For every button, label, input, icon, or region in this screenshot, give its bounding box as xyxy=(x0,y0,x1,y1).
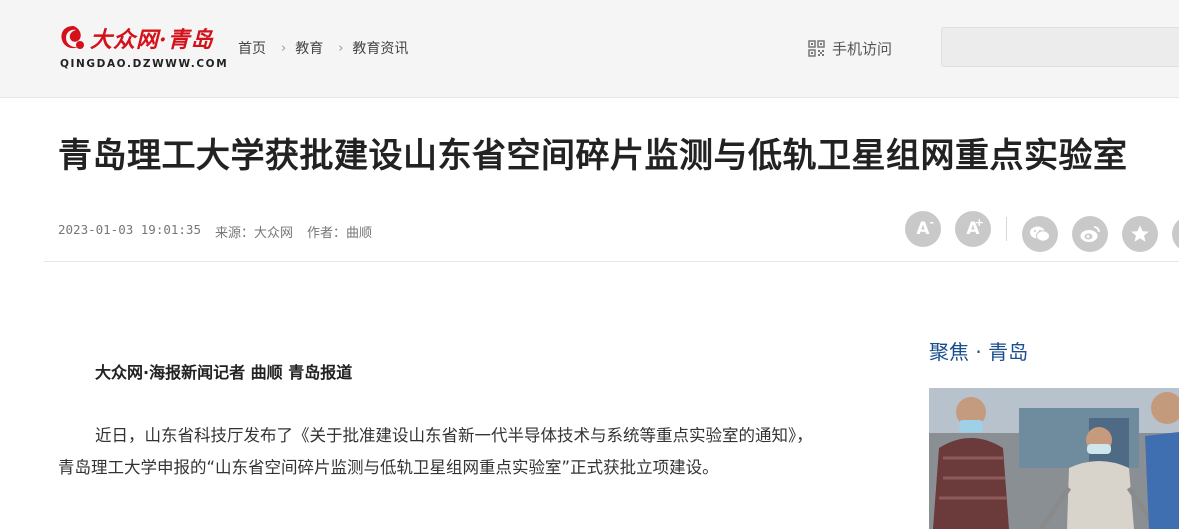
article-title: 青岛理工大学获批建设山东省空间碎片监测与低轨卫星组网重点实验室 xyxy=(58,136,1128,176)
logo-swirl-icon xyxy=(61,26,84,49)
article-meta: 2023-01-03 19:01:35 来源：大众网 作者：曲顺 xyxy=(58,222,372,241)
site-header: 大众网·青岛 QINGDAO.DZWWW.COM 首页 › 教育 › 教育资讯 … xyxy=(0,0,1179,98)
favorite-button[interactable] xyxy=(1122,216,1158,252)
meta-divider xyxy=(44,261,1179,262)
weibo-icon xyxy=(1080,226,1100,242)
breadcrumb: 首页 › 教育 › 教育资讯 xyxy=(238,38,408,58)
search-input[interactable] xyxy=(941,27,1179,67)
logo-text: 大众网·青岛 xyxy=(90,27,214,53)
mobile-access-label: 手机访问 xyxy=(832,40,893,58)
article-byline: 大众网·海报新闻记者 曲顺 青岛报道 xyxy=(95,363,353,382)
minus-mark: - xyxy=(929,216,934,229)
sidebar-news-image[interactable] xyxy=(929,388,1179,529)
plus-mark: + xyxy=(974,216,984,229)
share-more-button[interactable] xyxy=(1172,216,1179,252)
wechat-icon xyxy=(1030,226,1050,242)
qr-code-icon xyxy=(808,40,825,57)
tools-divider xyxy=(1006,217,1007,241)
sidebar-title: 聚焦 · 青岛 xyxy=(929,340,1029,364)
font-decrease-label: A xyxy=(916,219,930,239)
star-icon xyxy=(1131,225,1149,242)
news-photo xyxy=(929,388,1179,529)
share-weibo-button[interactable] xyxy=(1072,216,1108,252)
breadcrumb-home[interactable]: 首页 xyxy=(238,38,266,58)
share-wechat-button[interactable] xyxy=(1022,216,1058,252)
breadcrumb-education-news[interactable]: 教育资讯 xyxy=(352,38,408,58)
logo-mark: 大众网·青岛 xyxy=(58,22,214,54)
article-paragraph: 近日，山东省科技厅发布了《关于批准建设山东省新一代半导体技术与系统等重点实验室的… xyxy=(58,426,813,477)
breadcrumb-education[interactable]: 教育 xyxy=(295,38,323,58)
chevron-right-icon: › xyxy=(281,40,287,56)
chevron-right-icon: › xyxy=(338,40,344,56)
logo-domain: QINGDAO.DZWWW.COM xyxy=(60,58,229,70)
article-source: 来源：大众网 xyxy=(215,226,294,241)
font-increase-button[interactable]: A + xyxy=(955,211,991,247)
mobile-access-link[interactable]: 手机访问 xyxy=(808,38,892,59)
article-tools: A- A + xyxy=(905,206,1179,252)
font-decrease-button[interactable]: A- xyxy=(905,211,941,247)
site-logo[interactable]: 大众网·青岛 QINGDAO.DZWWW.COM xyxy=(58,22,227,74)
publish-time: 2023-01-03 19:01:35 xyxy=(58,222,201,237)
article-author: 作者：曲顺 xyxy=(307,226,373,241)
